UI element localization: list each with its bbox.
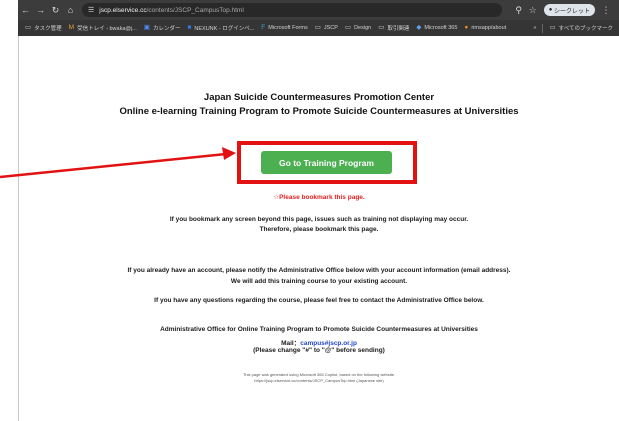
- bookmark-item[interactable]: ▭ Design: [344, 23, 372, 32]
- menu-icon[interactable]: ⋮: [599, 0, 613, 20]
- account-info-line2: We will add this training course to your…: [230, 278, 408, 285]
- profile-button[interactable]: ● シークレット: [543, 4, 595, 16]
- bookmarks-bar: ▭ タスク管理 M 受信トレイ - bwaka@j... ▣ カレンダー ■ NEXUN…: [18, 20, 619, 36]
- folder-icon: ▭: [344, 23, 352, 31]
- bookmark-label: Design: [354, 25, 372, 31]
- folder-icon: ▭: [25, 23, 32, 31]
- bookmark-label: Microsoft 365: [424, 25, 458, 31]
- forms-icon: F: [261, 23, 266, 31]
- all-bookmarks-item[interactable]: ▭ すべてのブックマーク: [549, 24, 613, 32]
- bookmark-label: NEXUNK - ログインペ...: [194, 26, 255, 32]
- page-content: Japan Suicide Countermeasures Promotion …: [19, 36, 619, 421]
- account-info-line1: If you already have an account, please n…: [127, 267, 511, 274]
- bookmark-item[interactable]: ▭ JSCP: [314, 23, 338, 32]
- browser-toolbar: ← → ↻ ⌂ ☰ jscp.elservice.cc /contents/JS…: [18, 0, 619, 20]
- page-subtitle: Online e-learning Training Program to Pr…: [119, 106, 519, 117]
- back-icon[interactable]: ←: [18, 0, 33, 20]
- bookmark-item[interactable]: ● rimsapp/about: [464, 23, 507, 32]
- profile-label: シークレット: [553, 8, 590, 15]
- zoom-icon[interactable]: ⚲: [512, 0, 526, 20]
- forward-icon[interactable]: →: [33, 0, 48, 20]
- mail-address-link[interactable]: campus#jscp.or.jp: [300, 340, 357, 347]
- folder-icon: ▭: [378, 23, 385, 31]
- bookmark-item[interactable]: ▭ 取引関連: [378, 24, 409, 32]
- bookmark-item[interactable]: ■ NEXUNK - ログインペ...: [187, 24, 254, 32]
- url-host: jscp.elservice.cc: [99, 6, 147, 14]
- bookmark-star-icon[interactable]: ☆: [526, 0, 540, 20]
- office-name: Administrative Office for Online Trainin…: [160, 326, 478, 333]
- bookmark-item[interactable]: ◆ Microsoft 365: [416, 23, 458, 32]
- more-bookmarks-icon[interactable]: »: [533, 25, 536, 31]
- m365-icon: ◆: [416, 23, 422, 31]
- highlight-box: [237, 141, 417, 184]
- bookmark-label: JSCP: [323, 25, 338, 31]
- bookmark-item[interactable]: F Microsoft Forms: [261, 23, 308, 32]
- folder-icon: ▭: [549, 23, 556, 31]
- bookmark-label: タスク管理: [34, 26, 62, 32]
- site-icon: ■: [187, 23, 192, 31]
- questions-line: If you have any questions regarding the …: [154, 297, 484, 304]
- footnote-line1: This page was generated using Microsoft …: [242, 372, 396, 377]
- folder-icon: ▭: [314, 23, 321, 31]
- site-info-icon[interactable]: ☰: [88, 6, 94, 14]
- reload-icon[interactable]: ↻: [48, 0, 63, 20]
- dot-icon: ●: [464, 23, 469, 31]
- all-bookmarks-label: すべてのブックマーク: [558, 26, 613, 32]
- home-icon[interactable]: ⌂: [63, 0, 78, 20]
- mail-icon: M: [68, 23, 75, 31]
- bookmark-item[interactable]: M 受信トレイ - bwaka@j...: [69, 24, 137, 32]
- bookmark-info-line2: Therefore, please bookmark this page.: [259, 226, 379, 233]
- mail-label: Mail：: [281, 340, 301, 347]
- footnote-line2: https://jscp.elservice.cc/contents/JSCP_…: [254, 378, 384, 383]
- bookmark-label: Microsoft Forms: [268, 25, 308, 31]
- page-title: Japan Suicide Countermeasures Promotion …: [203, 92, 435, 103]
- bookmark-info-line1: If you bookmark any screen beyond this p…: [169, 216, 469, 223]
- bookmark-label: 受信トレイ - bwaka@j...: [77, 26, 137, 32]
- bookmark-item[interactable]: ▣ カレンダー: [144, 24, 181, 32]
- bookmark-label: 取引関連: [387, 26, 410, 32]
- calendar-icon: ▣: [143, 23, 150, 31]
- mail-note: (Please change "#" to "@" before sending…: [253, 347, 385, 354]
- bookmark-notice: ☆Please bookmark this page.: [273, 194, 365, 201]
- address-bar[interactable]: ☰ jscp.elservice.cc /contents/JSCP_Campu…: [82, 3, 502, 17]
- bookmark-label: rimsapp/about: [471, 25, 507, 31]
- url-path: /contents/JSCP_CampusTop.html: [146, 6, 244, 14]
- mail-line: Mail：campus#jscp.or.jp: [19, 337, 619, 347]
- bookmark-item[interactable]: ▭ タスク管理: [25, 24, 62, 32]
- bookmark-label: カレンダー: [152, 26, 181, 32]
- divider: [542, 23, 544, 33]
